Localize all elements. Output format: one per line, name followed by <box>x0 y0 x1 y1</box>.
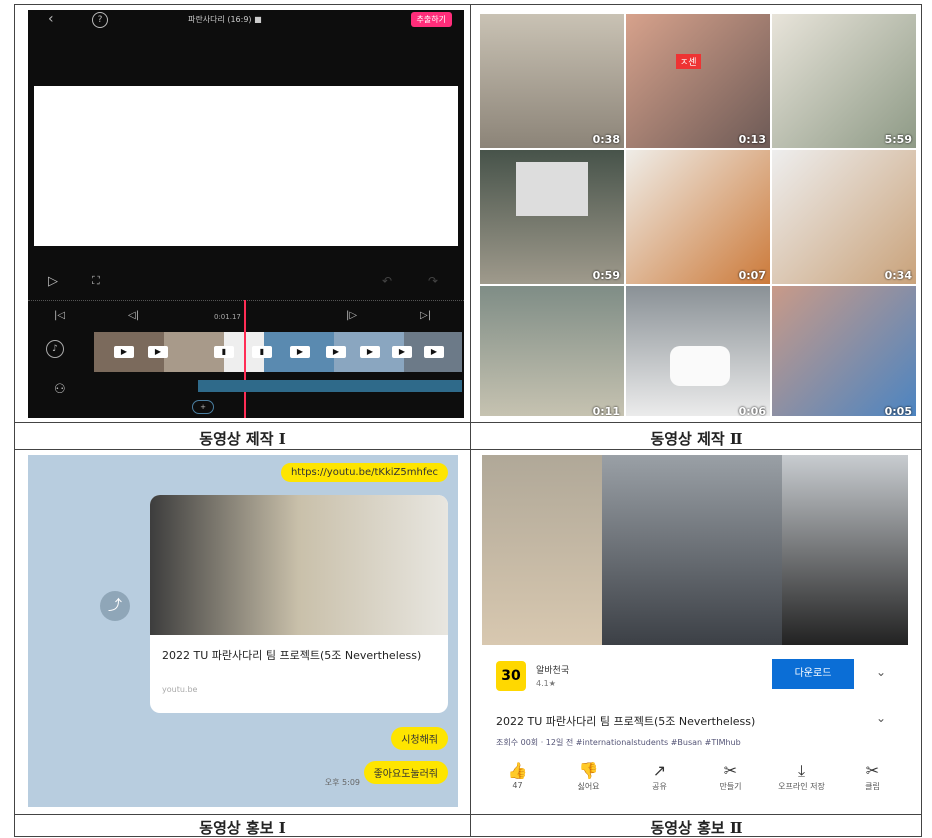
caption-promotion-1: 동영상 홍보 Ⅰ <box>199 819 286 837</box>
fullscreen-icon[interactable]: ⛶ <box>92 274 100 288</box>
next-frame-icon[interactable]: |▷ <box>346 310 357 321</box>
add-media-icon[interactable]: ⚇ <box>54 382 66 397</box>
share-button[interactable]: ↗ 공유 <box>635 761 685 792</box>
undo-icon[interactable]: ↶ <box>382 274 392 288</box>
transition-chip[interactable]: ▶ <box>114 346 134 358</box>
grid-divider-2 <box>15 449 921 450</box>
message-time: 오후 5:09 <box>324 778 360 787</box>
gallery-tile[interactable]: 0:59 <box>480 150 624 284</box>
youtube-screenshot: 30 알바천국 4.1★ 다운로드 ⌄ 2022 TU 파란사다리 팀 프로젝트… <box>482 455 908 805</box>
back-icon[interactable]: ‹ <box>48 11 54 27</box>
timeline-ruler <box>28 300 464 308</box>
transition-chip[interactable]: ▶ <box>392 346 412 358</box>
transition-chip[interactable]: ▶ <box>424 346 444 358</box>
playhead[interactable] <box>244 300 246 418</box>
gallery-tile[interactable]: 0:34 <box>772 150 916 284</box>
gallery-tile[interactable]: 0:05 <box>772 286 916 416</box>
audio-track[interactable] <box>198 380 462 392</box>
channel-rating: 4.1★ <box>536 679 556 688</box>
redo-icon[interactable]: ↷ <box>428 274 438 288</box>
transition-chip[interactable]: ▶ <box>326 346 346 358</box>
transition-chip[interactable]: ▶ <box>148 346 168 358</box>
play-icon[interactable]: ▷ <box>48 274 58 289</box>
gallery-screenshot: 0:38 ㅈ센 0:13 5:59 0:59 0:07 0:34 0:11 0:0… <box>474 10 918 416</box>
caption-promotion-2: 동영상 홍보 Ⅱ <box>650 819 743 837</box>
expand-icon[interactable]: ⌄ <box>876 711 886 725</box>
project-title: 파란사다리 (16:9) ■ <box>188 15 262 24</box>
like-button[interactable]: 👍 47 <box>493 761 543 792</box>
chat-screenshot: https://youtu.be/tKkiZ5mhfec ⤴ 2022 TU 파… <box>28 455 458 807</box>
clip-icon: ✂ <box>865 761 880 780</box>
transition-chip[interactable]: ▮ <box>252 346 272 358</box>
remix-button[interactable]: ✂ 만들기 <box>706 761 756 792</box>
gallery-tile[interactable]: 5:59 <box>772 14 916 148</box>
link-preview-card[interactable]: 2022 TU 파란사다리 팀 프로젝트(5조 Nevertheless) yo… <box>150 495 448 713</box>
share-arrow-icon: ↗ <box>652 761 667 780</box>
gallery-tile[interactable]: 0:07 <box>626 150 770 284</box>
download-offline-button[interactable]: ⤓ 오프라인 저장 <box>777 761 827 792</box>
gallery-tile[interactable]: 0:06 <box>626 286 770 416</box>
add-track-icon[interactable]: + <box>192 400 214 414</box>
channel-name[interactable]: 알바천국 <box>536 663 569 676</box>
share-icon[interactable]: ⤴ <box>100 591 130 621</box>
prev-frame-icon[interactable]: ◁| <box>128 310 139 321</box>
card-domain: youtu.be <box>162 685 198 694</box>
clip-button[interactable]: ✂ 클립 <box>848 761 898 792</box>
help-icon[interactable]: ? <box>92 12 108 28</box>
thumbs-down-icon: 👎 <box>578 761 599 780</box>
export-button[interactable]: 추출하기 <box>410 12 452 27</box>
grid-divider-vertical <box>470 5 471 836</box>
remix-icon: ✂ <box>723 761 738 780</box>
dislike-button[interactable]: 👎 싫어요 <box>564 761 614 792</box>
grid-divider-3 <box>15 814 921 815</box>
transition-chip[interactable]: ▶ <box>360 346 380 358</box>
skip-start-icon[interactable]: |◁ <box>54 310 65 321</box>
video-editor-screenshot: ‹ ? 파란사다리 (16:9) ■ 추출하기 ▷ ⛶ ↶ ↷ |◁ ◁| 0:… <box>28 10 464 418</box>
transition-chip[interactable]: ▶ <box>290 346 310 358</box>
gallery-tile[interactable]: ㅈ센 0:13 <box>626 14 770 148</box>
timeline-track[interactable]: ▶ ▶ ▮ ▮ ▶ ▶ ▶ ▶ ▶ <box>94 332 462 372</box>
gallery-tile[interactable]: 0:38 <box>480 14 624 148</box>
timecode: 0:01.17 <box>214 313 241 321</box>
link-bubble[interactable]: https://youtu.be/tKkiZ5mhfec <box>280 463 448 482</box>
download-icon: ⤓ <box>797 761 806 780</box>
action-bar: 👍 47 👎 싫어요 ↗ 공유 ✂ 만들기 ⤓ 오프라인 저장 ✂ 클립 <box>482 761 908 792</box>
video-player[interactable] <box>482 455 908 645</box>
video-preview <box>34 86 458 246</box>
grid-divider-1 <box>15 422 921 423</box>
editor-topbar: ‹ ? 파란사다리 (16:9) ■ 추출하기 <box>28 10 464 30</box>
card-title: 2022 TU 파란사다리 팀 프로젝트(5조 Nevertheless) <box>162 649 422 662</box>
video-meta: 조회수 00회 · 12일 전 #internationalstudents #… <box>496 738 741 747</box>
chevron-down-icon[interactable]: ⌄ <box>876 665 886 679</box>
gallery-tile[interactable]: 0:11 <box>480 286 624 416</box>
download-button[interactable]: 다운로드 <box>772 659 854 689</box>
caption-production-2: 동영상 제작 Ⅱ <box>650 430 743 448</box>
reply-bubble-1: 시청해줘 <box>391 727 448 750</box>
thumbnail <box>150 495 448 635</box>
reply-bubble-2: 좋아요도눌러줘 <box>363 761 448 784</box>
video-title[interactable]: 2022 TU 파란사다리 팀 프로젝트(5조 Nevertheless) <box>496 713 755 729</box>
skip-end-icon[interactable]: ▷| <box>420 310 431 321</box>
transition-chip[interactable]: ▮ <box>214 346 234 358</box>
channel-logo[interactable]: 30 <box>496 661 526 691</box>
thumbs-up-icon: 👍 <box>507 761 528 780</box>
speaker-icon[interactable]: ♪ <box>46 340 64 358</box>
caption-production-1: 동영상 제작 Ⅰ <box>199 430 286 448</box>
